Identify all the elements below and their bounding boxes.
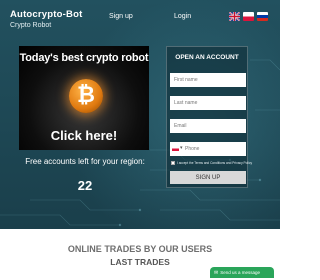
phone-field[interactable]	[185, 142, 245, 156]
chat-bubble-icon: ✉	[214, 269, 219, 276]
consent-label: I accept the Terms and Conditions and Pr…	[177, 161, 253, 165]
banner-cta[interactable]: Click here!	[19, 128, 149, 143]
consent-checkbox[interactable]	[171, 161, 175, 165]
chat-label: Send us a message	[220, 270, 260, 275]
brand: Autocrypto-Bot Crypto Robot	[10, 9, 82, 29]
flag-poland-icon[interactable]	[243, 12, 254, 21]
first-name-field[interactable]	[170, 73, 246, 87]
signup-button[interactable]: SIGN UP	[170, 171, 246, 184]
email-field[interactable]	[170, 119, 246, 133]
free-accounts-text: Free accounts left for your region:	[25, 157, 145, 166]
free-accounts-count: 22	[77, 178, 93, 193]
banner-title: Today's best crypto robot	[19, 52, 149, 64]
brand-name: Autocrypto-Bot	[10, 9, 83, 20]
brand-subtitle: Crypto Robot	[10, 22, 52, 29]
country-flag-icon[interactable]	[172, 146, 179, 151]
bitcoin-icon: ₿	[69, 79, 103, 113]
form-title: OPEN AN ACCOUNT	[175, 54, 239, 61]
signup-form: OPEN AN ACCOUNT ▾ I accept the Terms and…	[166, 46, 252, 188]
flag-russia-icon[interactable]	[257, 12, 268, 21]
language-selector	[229, 12, 268, 21]
hero-section: Autocrypto-Bot Crypto Robot Sign up Logi…	[0, 0, 280, 229]
phone-group: ▾	[170, 142, 246, 156]
chat-widget[interactable]: ✉ Send us a message	[210, 267, 274, 278]
trades-subtitle: LAST TRADES	[110, 257, 170, 267]
signup-link[interactable]: Sign up	[109, 13, 133, 20]
flag-uk-icon[interactable]	[229, 12, 240, 21]
coin-symbol: ₿	[77, 83, 95, 108]
last-name-field[interactable]	[170, 96, 246, 110]
login-link[interactable]: Login	[174, 13, 191, 20]
chevron-down-icon[interactable]: ▾	[180, 145, 183, 151]
consent-row: I accept the Terms and Conditions and Pr…	[171, 161, 252, 165]
trades-title: ONLINE TRADES BY OUR USERS	[67, 244, 213, 254]
promo-banner[interactable]: Today's best crypto robot ₿ Click here!	[19, 46, 149, 150]
